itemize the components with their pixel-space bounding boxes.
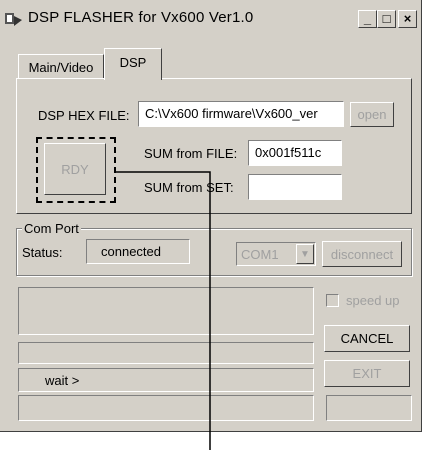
tab-dsp-label: DSP	[119, 55, 147, 70]
tab-dsp[interactable]: DSP	[104, 48, 162, 80]
annotation-leader-line	[116, 171, 211, 450]
